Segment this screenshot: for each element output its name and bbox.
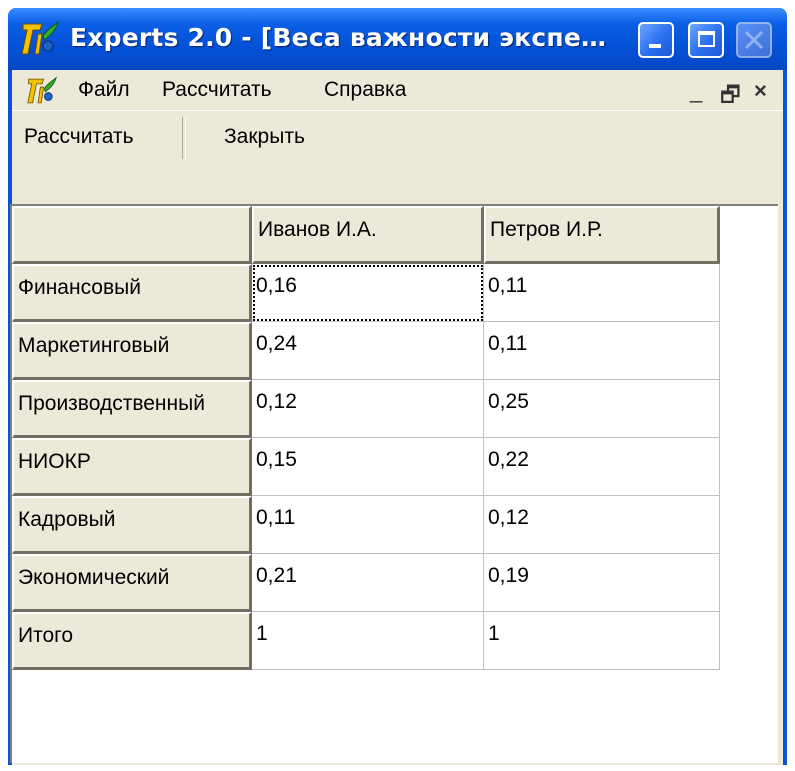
grid-cell[interactable]: 0,19 [484,554,720,612]
row-header[interactable]: Финансовый [12,264,252,322]
grid-cell[interactable]: 0,16 [252,264,484,322]
grid-cell[interactable]: 0,25 [484,380,720,438]
grid-cell[interactable]: 0,11 [252,496,484,554]
mdi-close-button[interactable]: × [754,78,767,104]
weights-grid[interactable]: Иванов И.А. Петров И.Р. Финансовый 0,16 … [10,204,778,763]
window-title: Experts 2.0 - [Веса важности экспе… [70,23,607,52]
grid-cell[interactable]: 0,11 [484,264,720,322]
grid-cell[interactable]: 1 [252,612,484,670]
grid-cell[interactable]: 0,21 [252,554,484,612]
close-form-button[interactable]: Закрыть [224,125,305,149]
calculate-button[interactable]: Рассчитать [24,125,134,149]
close-icon [744,30,764,50]
grid-cell[interactable]: 0,15 [252,438,484,496]
menu-calculate[interactable]: Рассчитать [162,78,272,102]
grid-cell[interactable]: 0,22 [484,438,720,496]
grid-cell[interactable]: 0,11 [484,322,720,380]
grid-cell[interactable]: 0,24 [252,322,484,380]
row-header[interactable]: Итого [12,612,252,670]
toolbar: Рассчитать Закрыть [12,110,783,171]
title-bar[interactable]: Experts 2.0 - [Веса важности экспе… [8,8,787,70]
close-button[interactable] [736,22,772,58]
toolbar-separator [182,117,186,159]
minimize-button[interactable] [638,22,674,58]
row-header[interactable]: Экономический [12,554,252,612]
menu-bar: Файл Рассчитать Справка _ 🗗 × [12,70,783,110]
menu-help[interactable]: Справка [324,78,406,102]
app-logo-icon [21,20,59,55]
maximize-button[interactable] [688,22,724,58]
maximize-icon [698,31,715,47]
grid-cell[interactable]: 0,12 [484,496,720,554]
row-header[interactable]: Маркетинговый [12,322,252,380]
grid-corner-cell [12,206,252,264]
app-window: Experts 2.0 - [Веса важности экспе… Файл… [8,8,787,765]
column-header-ivanov[interactable]: Иванов И.А. [252,206,484,264]
grid-cell[interactable]: 1 [484,612,720,670]
mdi-minimize-button[interactable]: _ [690,78,702,104]
row-header[interactable]: Кадровый [12,496,252,554]
row-header[interactable]: Производственный [12,380,252,438]
column-header-petrov[interactable]: Петров И.Р. [484,206,720,264]
minimize-icon [649,44,661,48]
grid-cell[interactable]: 0,12 [252,380,484,438]
row-header[interactable]: НИОКР [12,438,252,496]
menu-file[interactable]: Файл [78,78,130,102]
document-logo-icon[interactable] [26,76,58,106]
